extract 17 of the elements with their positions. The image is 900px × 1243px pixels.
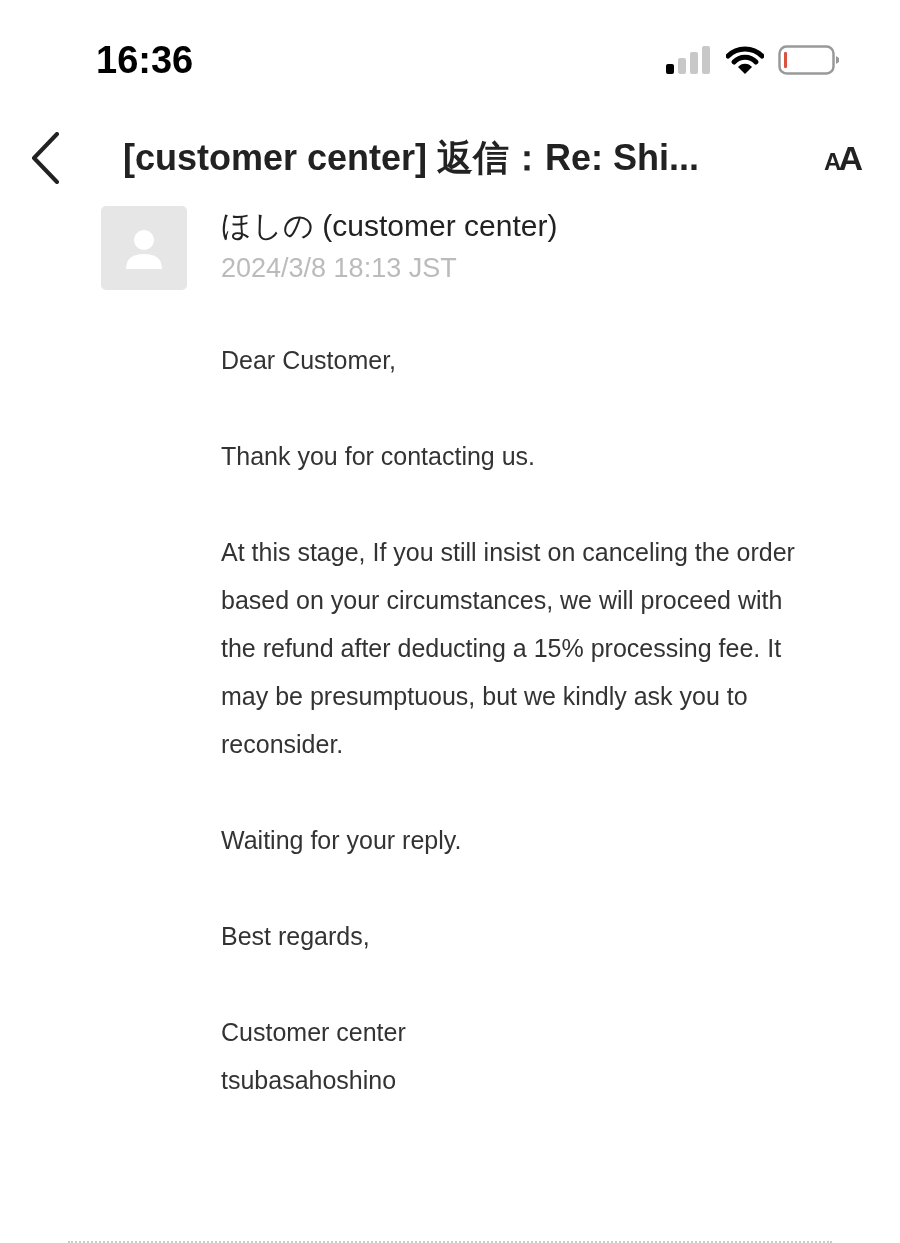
sent-date: 2024/3/8 18:13 JST (221, 252, 458, 285)
sender-name: ほしの (customer center) (221, 208, 558, 244)
text-size-button[interactable]: AA (824, 132, 860, 184)
message-text: Waiting for your reply. (221, 825, 463, 856)
battery-icon (778, 45, 840, 75)
message-text: Dear Customer, (221, 345, 398, 376)
back-chevron-icon (30, 132, 60, 184)
avatar-icon (101, 206, 187, 290)
message-text: At this stage, If you still insist on canceling the order based on your circumstances, we will proceed with the refund after deducting a 15% processing fee. It may be presumptuous, but we kindly ask you to reconsider. (221, 537, 796, 760)
wifi-icon (726, 46, 764, 74)
status-time: 16:36 (96, 37, 194, 83)
message-text: tsubasahoshino (221, 1065, 398, 1096)
message-text: Customer center (221, 1017, 407, 1048)
message-text: Best regards, (221, 921, 371, 952)
message-text: Thank you for contacting us. (221, 441, 537, 472)
email-subject: [customer center] 返信：Re: Shi... (123, 136, 700, 180)
signal-icon (666, 46, 712, 74)
